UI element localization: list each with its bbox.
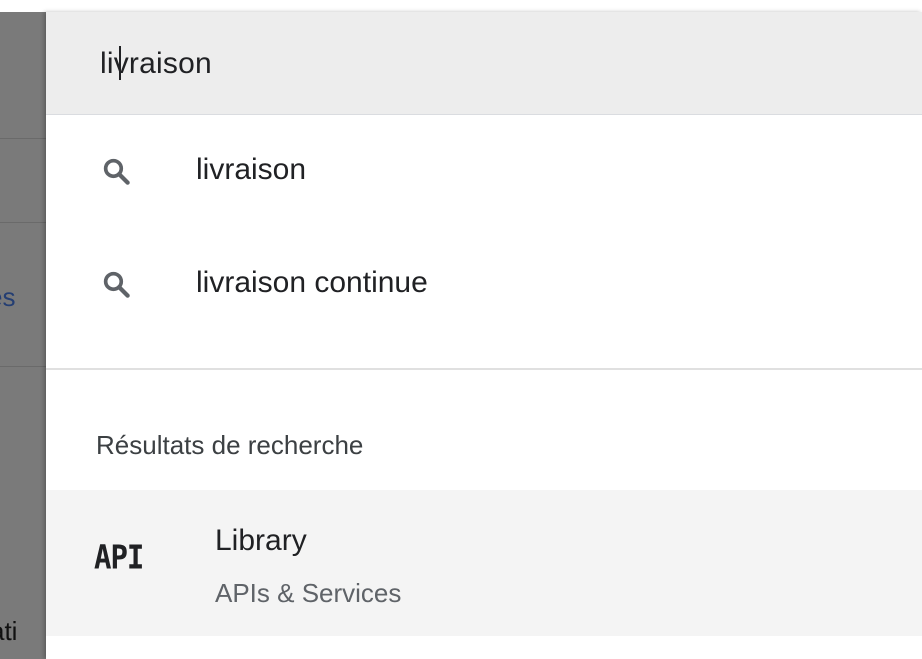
search-icon (103, 271, 130, 298)
background-page-overlay: és ati (0, 0, 46, 659)
search-result-item[interactable]: API Library APIs & Services (46, 490, 922, 636)
overlay-top-gap (0, 0, 46, 12)
search-input[interactable] (100, 42, 880, 86)
background-divider (0, 138, 46, 139)
search-bar (46, 12, 922, 115)
result-subtitle: APIs & Services (215, 578, 402, 608)
api-icon: API (94, 537, 144, 577)
search-dropdown-panel: livraison livraison continue Résultats d… (46, 12, 922, 659)
background-link-fragment: és (0, 282, 16, 312)
suggestion-item[interactable]: livraison continue (46, 228, 922, 338)
result-title: Library (215, 524, 307, 557)
suggestion-label: livraison (196, 153, 307, 186)
section-divider (46, 368, 922, 370)
section-heading: Résultats de recherche (96, 430, 364, 460)
search-icon (103, 158, 130, 185)
suggestion-item[interactable]: livraison (46, 115, 922, 225)
background-divider (0, 366, 46, 367)
background-text-fragment: ati (0, 616, 18, 646)
suggestion-label: livraison continue (196, 266, 428, 299)
text-caret (119, 46, 121, 80)
background-divider (0, 222, 46, 223)
